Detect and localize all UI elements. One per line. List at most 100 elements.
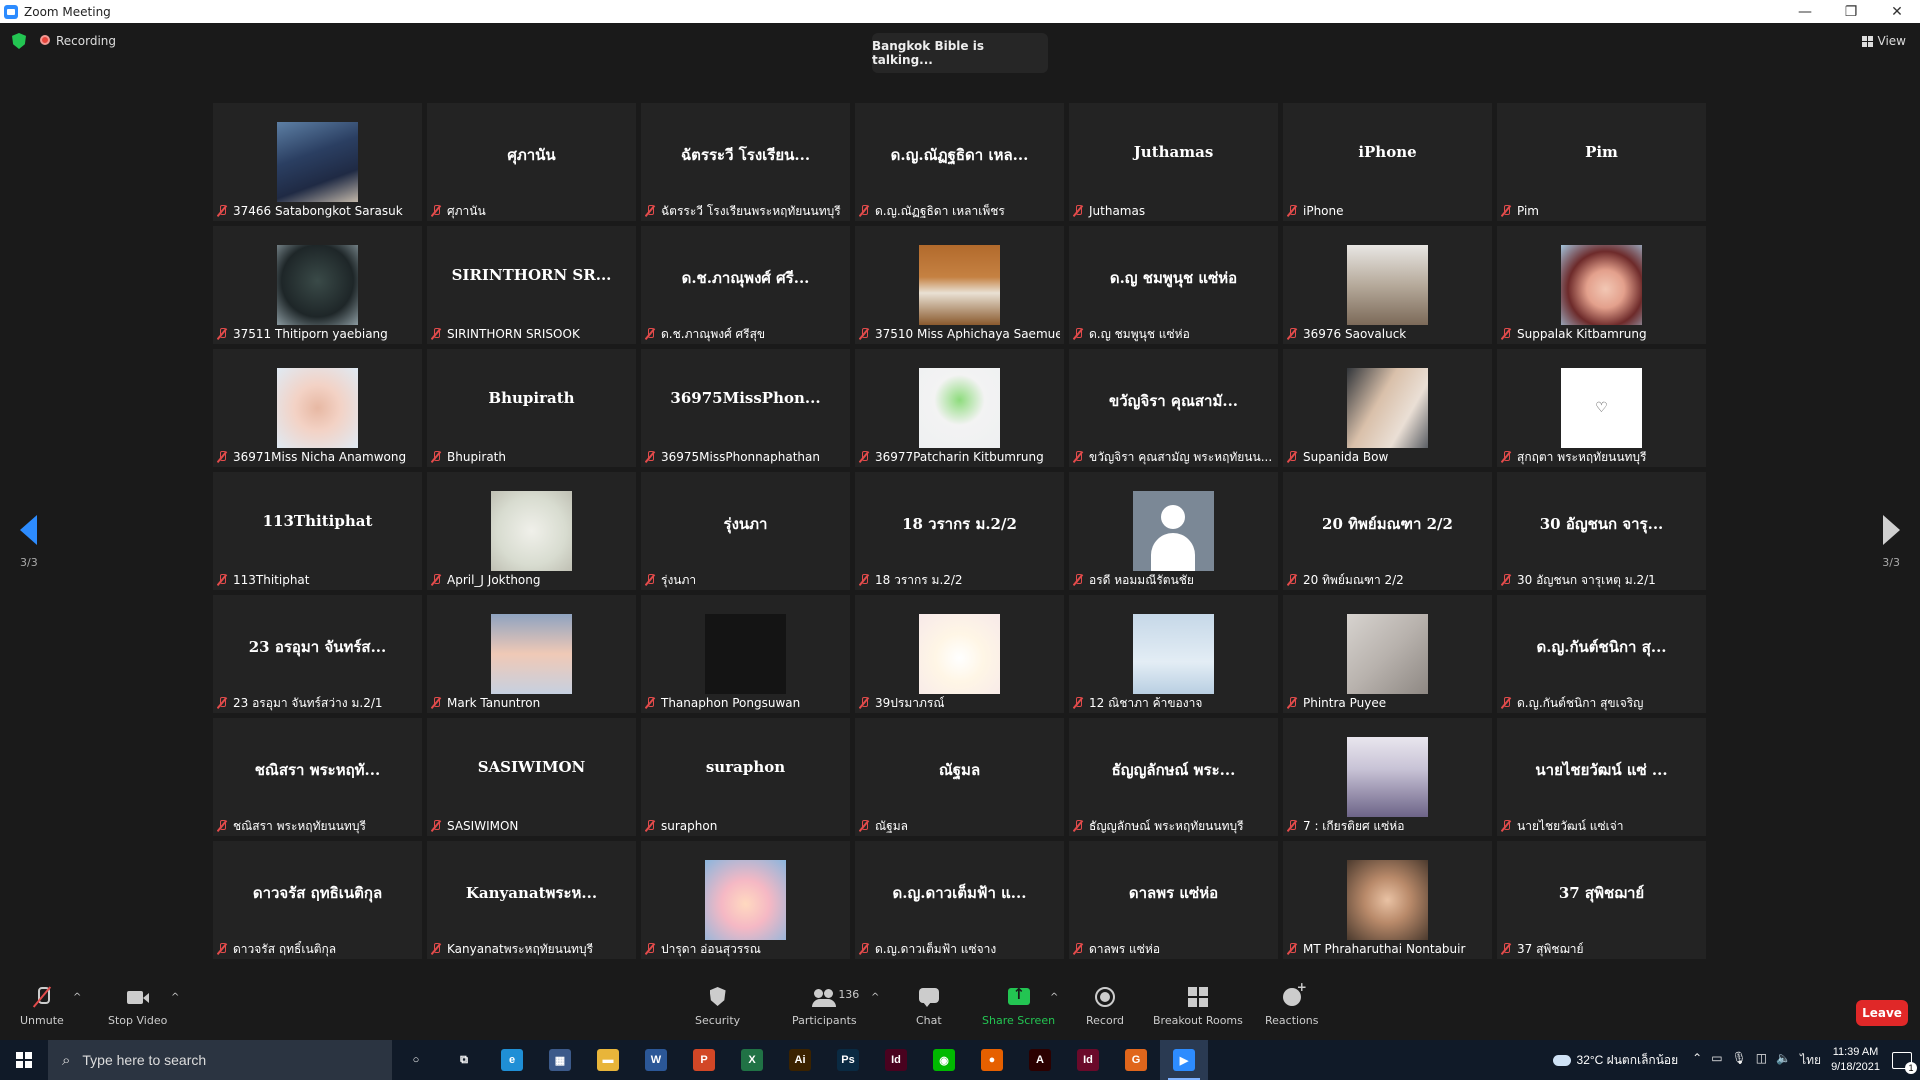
taskbar-search-box[interactable]: ⌕ Type here to search <box>48 1040 392 1080</box>
participant-tile[interactable]: SIRINTHORN SR... SIRINTHORN SRISOOK <box>427 226 636 344</box>
participant-tile[interactable]: 12 ณิชาภา ค้าของาจ <box>1069 595 1278 713</box>
powerpoint-taskbar-button[interactable]: P <box>680 1040 728 1080</box>
participant-tile[interactable]: Bhupirath Bhupirath <box>427 349 636 467</box>
restore-button[interactable]: ❐ <box>1828 0 1874 23</box>
start-button[interactable] <box>0 1040 48 1080</box>
close-button[interactable]: ✕ <box>1874 0 1920 23</box>
calculator-taskbar-button[interactable]: ▦ <box>536 1040 584 1080</box>
microphone-tray-icon[interactable]: 🎙 <box>1732 1051 1747 1070</box>
video-options-caret-icon[interactable]: ^ <box>171 992 179 1003</box>
participant-tile[interactable]: อรดี หอมมณีรัตนชัย <box>1069 472 1278 590</box>
previous-page-arrow-icon[interactable] <box>20 515 37 545</box>
participant-tile[interactable]: 37510 Miss Aphichaya Saemue <box>855 226 1064 344</box>
stop-video-button[interactable]: Stop Video <box>108 986 167 1027</box>
participant-tile[interactable]: ดาลพร แซ่ห่อ ดาลพร แซ่ห่อ <box>1069 841 1278 959</box>
participant-tile[interactable]: 18 วรากร ม.2/2 18 วรากร ม.2/2 <box>855 472 1064 590</box>
share-options-caret-icon[interactable]: ^ <box>1050 992 1058 1003</box>
zoom-taskbar-button[interactable]: ▶ <box>1160 1040 1208 1080</box>
participant-tile[interactable]: รุ่งนภา รุ่งนภา <box>641 472 850 590</box>
encryption-shield-icon[interactable] <box>12 33 26 49</box>
participant-tile[interactable]: 113Thitiphat 113Thitiphat <box>213 472 422 590</box>
participant-tile[interactable]: ด.ญ.กันต์ชนิกา สุ... ด.ญ.กันต์ชนิกา สุขเจ… <box>1497 595 1706 713</box>
indesign-taskbar-button[interactable]: Id <box>872 1040 920 1080</box>
participant-name-bar: MT Phraharuthai Nontabuir <box>1287 941 1488 957</box>
breakout-rooms-button[interactable]: Breakout Rooms <box>1153 986 1243 1027</box>
edge-taskbar-button[interactable]: e <box>488 1040 536 1080</box>
participant-tile[interactable]: Supanida Bow <box>1283 349 1492 467</box>
firefox-taskbar-button[interactable]: ● <box>968 1040 1016 1080</box>
photoshop-taskbar-button[interactable]: Ps <box>824 1040 872 1080</box>
participant-tile[interactable]: ศุภานัน ศุภานัน <box>427 103 636 221</box>
participant-tile[interactable]: Mark Tanuntron <box>427 595 636 713</box>
participant-tile[interactable]: 20 ทิพย์มณฑา 2/2 20 ทิพย์มณฑา 2/2 <box>1283 472 1492 590</box>
participant-tile[interactable]: 37 สุพิชฌาย์ 37 สุพิชฌาย์ <box>1497 841 1706 959</box>
task-view-taskbar-button[interactable]: ⧉ <box>440 1040 488 1080</box>
security-button[interactable]: Security <box>695 986 740 1027</box>
participant-tile[interactable]: ณัฐมล ณัฐมล <box>855 718 1064 836</box>
participant-tile[interactable]: ด.ญ.ณัฏฐธิดา เหล... ด.ญ.ณัฏฐธิดา เหลาเพ็ช… <box>855 103 1064 221</box>
participant-tile[interactable]: Kanyanatพระห... Kanyanatพระหฤทัยนนทบุรี <box>427 841 636 959</box>
record-button[interactable]: Record <box>1086 986 1124 1027</box>
file-explorer-taskbar-button[interactable]: ▬ <box>584 1040 632 1080</box>
participant-tile[interactable]: Pim Pim <box>1497 103 1706 221</box>
participant-tile[interactable]: ธัญญลักษณ์ พระ... ธัญญลักษณ์ พระหฤทัยนนทบ… <box>1069 718 1278 836</box>
participant-tile[interactable]: 37466 Satabongkot Sarasuk <box>213 103 422 221</box>
leave-button[interactable]: Leave <box>1856 1000 1908 1026</box>
cortana-taskbar-button[interactable]: ○ <box>392 1040 440 1080</box>
participant-tile[interactable]: 30 อัญชนก จารุ... 30 อัญชนก จารุเหตุ ม.2/… <box>1497 472 1706 590</box>
show-hidden-icons-chevron-icon[interactable]: ⌃ <box>1692 1051 1702 1070</box>
participant-tile[interactable]: นายไชยวัฒน์ แซ่ ... นายไชยวัฒน์ แซ่เจ่า <box>1497 718 1706 836</box>
share-screen-button[interactable]: Share Screen <box>982 985 1055 1027</box>
participant-tile[interactable]: 39ปรมาภรณ์ <box>855 595 1064 713</box>
participant-tile[interactable]: ด.ญ ชมพูนุช แซ่ห่อ ด.ญ ชมพูนุช แซ่ห่อ <box>1069 226 1278 344</box>
participant-tile[interactable]: ด.ช.ภาณุพงศ์ ศรี... ด.ช.ภาณุพงศ์ ศรีสุข <box>641 226 850 344</box>
audio-options-caret-icon[interactable]: ^ <box>73 992 81 1003</box>
participant-tile[interactable]: 36971Miss Nicha Anamwong <box>213 349 422 467</box>
view-button[interactable]: View <box>1861 34 1906 48</box>
unmute-button[interactable]: Unmute <box>20 986 64 1027</box>
minimize-button[interactable]: — <box>1782 0 1828 23</box>
indesign2-taskbar-button[interactable]: Id <box>1064 1040 1112 1080</box>
network-icon[interactable]: ▭ <box>1711 1051 1722 1070</box>
acrobat-taskbar-button[interactable]: A <box>1016 1040 1064 1080</box>
illustrator-taskbar-button[interactable]: Ai <box>776 1040 824 1080</box>
next-page-arrow-icon[interactable] <box>1883 515 1900 545</box>
participant-tile[interactable]: ปารุดา อ่อนสุวรรณ <box>641 841 850 959</box>
reactions-button[interactable]: Reactions <box>1265 980 1319 1027</box>
participant-tile[interactable]: MT Phraharuthai Nontabuir <box>1283 841 1492 959</box>
participant-tile[interactable]: ขวัญจิรา คุณสามั... ขวัญจิรา คุณสามัญ พระ… <box>1069 349 1278 467</box>
participant-tile[interactable]: ด.ญ.ดาวเต็มฟ้า แ... ด.ญ.ดาวเต็มฟ้า แซ่จาง <box>855 841 1064 959</box>
participant-tile[interactable]: ชณิสรา พระหฤทั... ชณิสรา พระหฤทัยนนทบุรี <box>213 718 422 836</box>
line-taskbar-button[interactable]: ◉ <box>920 1040 968 1080</box>
participants-options-caret-icon[interactable]: ^ <box>871 992 879 1003</box>
participant-tile[interactable]: 7 : เกียรติยศ แซ่ห่อ <box>1283 718 1492 836</box>
participant-tile[interactable]: Phintra Puyee <box>1283 595 1492 713</box>
notifications-icon[interactable]: 1 <box>1892 1051 1917 1074</box>
participant-tile[interactable]: April_J Jokthong <box>427 472 636 590</box>
participant-tile[interactable]: iPhone iPhone <box>1283 103 1492 221</box>
participant-tile[interactable]: 36977Patcharin Kitbumrung <box>855 349 1064 467</box>
word-taskbar-button[interactable]: W <box>632 1040 680 1080</box>
participant-tile[interactable]: ♡ สุกฤตา พระหฤทัยนนทบุรี <box>1497 349 1706 467</box>
weather-widget[interactable]: 32°C ฝนตกเล็กน้อย <box>1552 1051 1678 1070</box>
participant-tile[interactable]: ฉัตรระวี โรงเรียน... ฉัตรระวี โรงเรียนพระ… <box>641 103 850 221</box>
participant-tile[interactable]: suraphon suraphon <box>641 718 850 836</box>
participant-tile[interactable]: SASIWIMON SASIWIMON <box>427 718 636 836</box>
participant-tile[interactable]: Juthamas Juthamas <box>1069 103 1278 221</box>
grammarly-taskbar-button[interactable]: G <box>1112 1040 1160 1080</box>
chat-button[interactable]: Chat <box>916 986 942 1027</box>
wifi-icon[interactable]: ◫ <box>1756 1051 1767 1070</box>
participant-tile[interactable]: Thanaphon Pongsuwan <box>641 595 850 713</box>
participant-tile[interactable]: 36976 Saovaluck <box>1283 226 1492 344</box>
participant-tile[interactable]: 23 อรอุมา จันทร์ส... 23 อรอุมา จันทร์สว่า… <box>213 595 422 713</box>
participant-tile[interactable]: 37511 Thitiporn yaebiang <box>213 226 422 344</box>
volume-icon[interactable]: 🔈 <box>1776 1051 1791 1070</box>
participant-tile[interactable]: ดาวจรัส ฤทธิเนติกุล ดาวจรัส ฤทธิ์เนติกุล <box>213 841 422 959</box>
participant-tile[interactable]: Suppalak Kitbamrung <box>1497 226 1706 344</box>
recording-indicator[interactable]: Recording <box>40 34 116 48</box>
participants-button[interactable]: 136 Participants <box>792 986 859 1027</box>
input-language[interactable]: ไทย <box>1800 1051 1821 1070</box>
participant-tile[interactable]: 36975MissPhon... 36975MissPhonnaphathan <box>641 349 850 467</box>
excel-taskbar-button[interactable]: X <box>728 1040 776 1080</box>
taskbar-clock[interactable]: 11:39 AM 9/18/2021 <box>1831 1045 1880 1075</box>
